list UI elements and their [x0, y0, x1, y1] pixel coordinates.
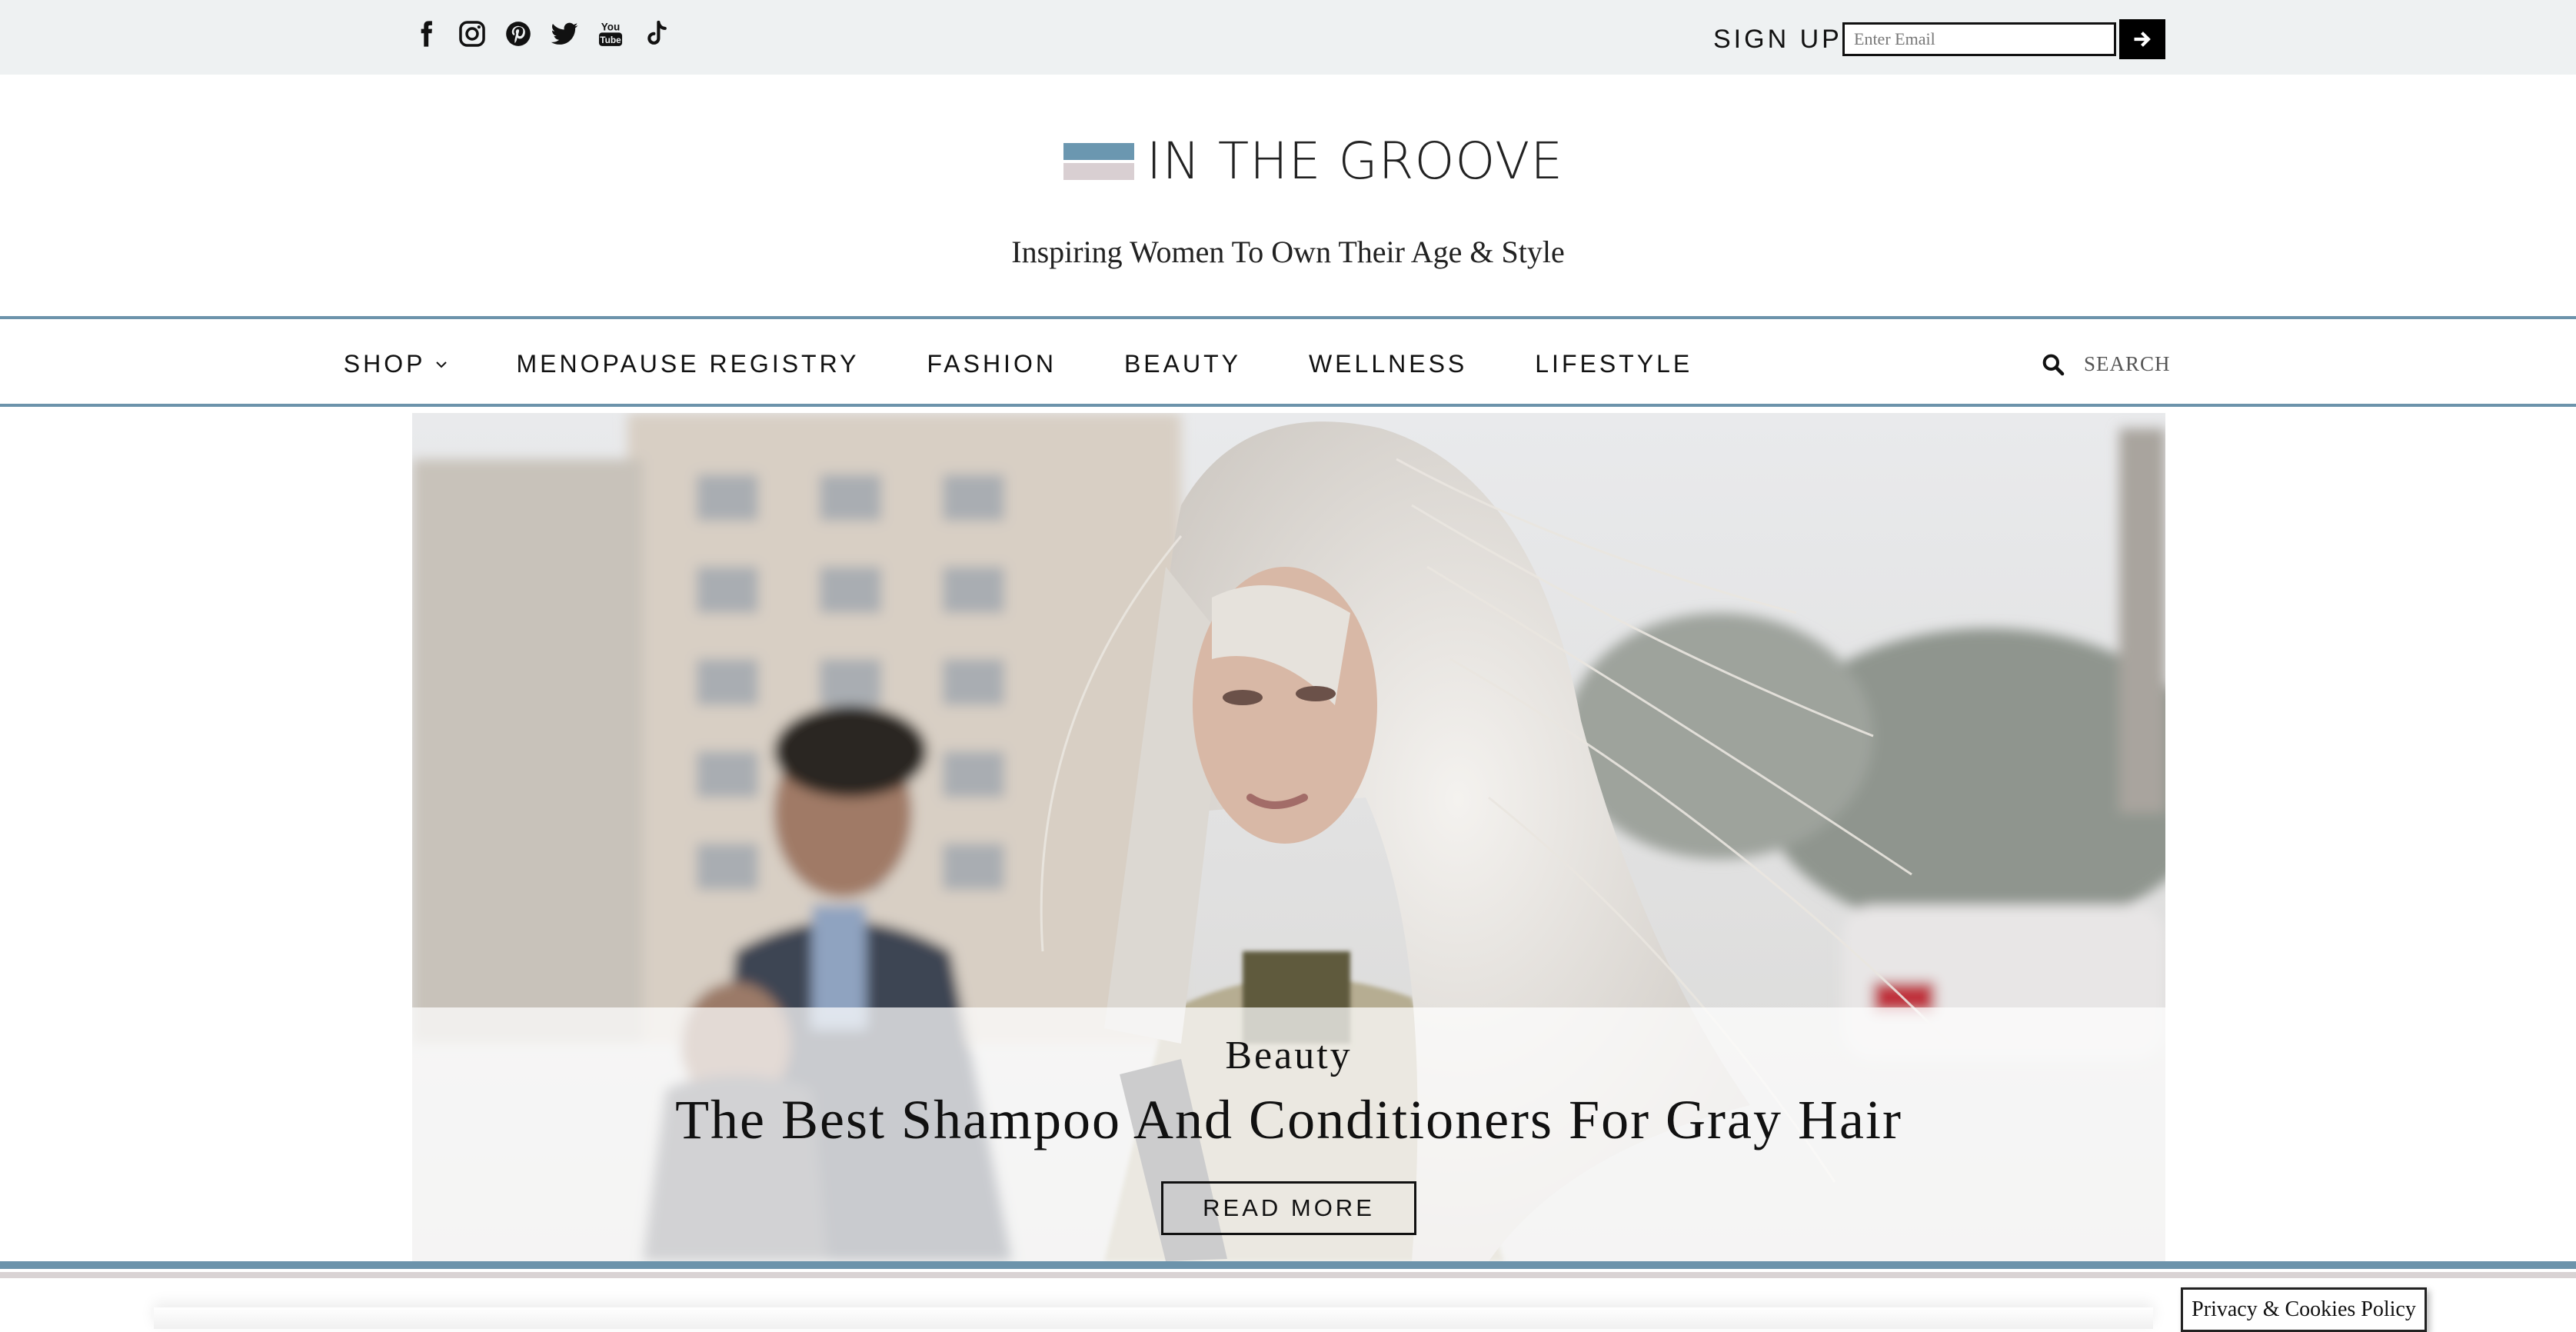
hero-title[interactable]: The Best Shampoo And Conditioners For Gr… — [412, 1088, 2165, 1152]
tiktok-icon[interactable] — [640, 17, 674, 51]
nav-item-menopause-registry[interactable]: MENOPAUSE REGISTRY — [516, 350, 859, 378]
read-more-button[interactable]: READ MORE — [1161, 1181, 1416, 1235]
svg-text:Tube: Tube — [600, 35, 621, 45]
nav-item-label: SHOP — [343, 350, 426, 378]
nav-item-label: BEAUTY — [1123, 350, 1241, 378]
hero-feature[interactable]: Beauty The Best Shampoo And Conditioners… — [412, 413, 2165, 1261]
nav-item-beauty[interactable]: BEAUTY — [1124, 350, 1241, 378]
nav-item-wellness[interactable]: WELLNESS — [1309, 350, 1467, 378]
main-nav: SHOP MENOPAUSE REGISTRY FASHION BEAUTY W… — [0, 321, 2576, 405]
site-tagline: Inspiring Women To Own Their Age & Style — [1011, 235, 1565, 269]
footer-accent-line-secondary — [0, 1272, 2576, 1278]
logo-mark — [1063, 143, 1134, 180]
nav-item-label: WELLNESS — [1308, 350, 1468, 378]
nav-bottom-border — [0, 404, 2576, 407]
below-fold-content — [154, 1307, 2153, 1329]
search-input[interactable] — [2082, 351, 2178, 377]
chevron-down-icon — [434, 359, 448, 370]
search-box[interactable] — [2041, 351, 2178, 377]
top-bar: You Tube SIGN UP — [0, 0, 2576, 75]
nav-top-border — [0, 316, 2576, 319]
social-links: You Tube — [409, 15, 686, 52]
facebook-icon[interactable] — [409, 17, 443, 51]
youtube-icon[interactable]: You Tube — [594, 17, 627, 51]
nav-item-label: LIFESTYLE — [1535, 350, 1693, 378]
nav-item-label: MENOPAUSE REGISTRY — [516, 350, 860, 378]
nav-item-shop[interactable]: SHOP — [344, 350, 449, 378]
signup-label: SIGN UP — [1713, 25, 1842, 54]
twitter-icon[interactable] — [547, 17, 581, 51]
nav-item-fashion[interactable]: FASHION — [927, 350, 1056, 378]
email-submit-button[interactable] — [2119, 19, 2165, 59]
svg-text:You: You — [601, 21, 620, 32]
search-icon[interactable] — [2041, 352, 2065, 377]
pinterest-icon[interactable] — [501, 17, 535, 51]
nav-item-label: FASHION — [927, 350, 1057, 378]
nav-item-lifestyle[interactable]: LIFESTYLE — [1535, 350, 1692, 378]
arrow-right-icon — [2134, 32, 2151, 47]
email-input[interactable] — [1842, 22, 2116, 56]
hero-category[interactable]: Beauty — [412, 1033, 2165, 1078]
footer-accent-line — [0, 1261, 2576, 1269]
site-logo[interactable]: IN THE GROOVE — [1063, 132, 1564, 191]
instagram-icon[interactable] — [455, 17, 489, 51]
logo-text: IN THE GROOVE — [1147, 132, 1564, 191]
privacy-cookies-button[interactable]: Privacy & Cookies Policy — [2181, 1287, 2427, 1332]
